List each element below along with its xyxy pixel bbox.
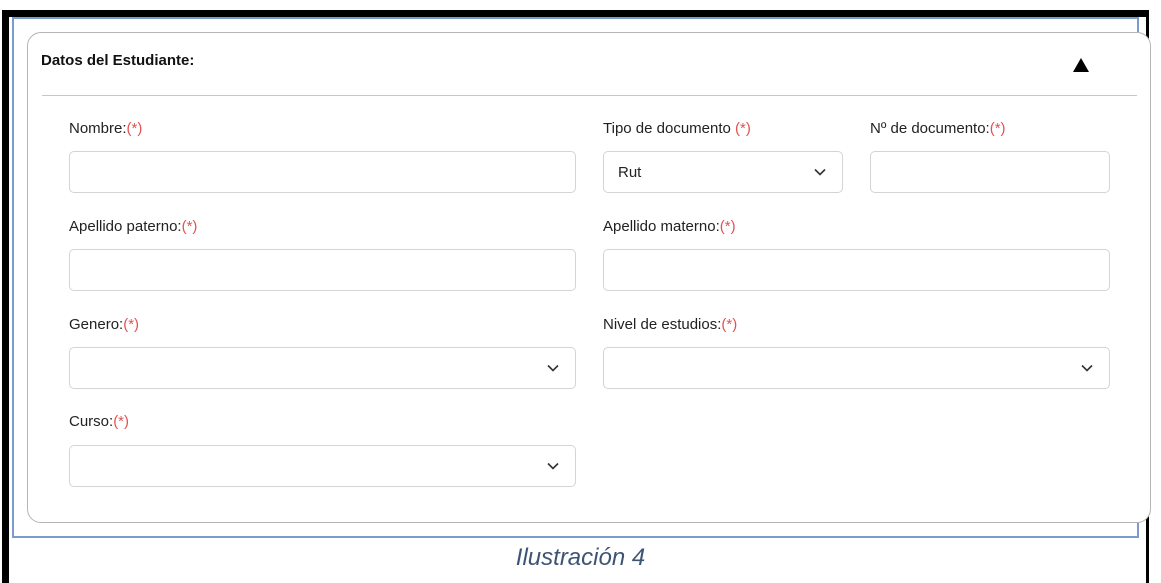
nombre-input[interactable] (70, 152, 575, 192)
apellido-materno-input[interactable] (604, 250, 1109, 290)
required-marker: (*) (113, 413, 130, 430)
genero-select[interactable] (69, 347, 576, 389)
apellido-materno-field[interactable] (603, 249, 1110, 291)
genero-label: Genero:(*) (69, 316, 140, 333)
apellido-paterno-label: Apellido paterno:(*) (69, 218, 198, 235)
required-marker: (*) (181, 218, 198, 235)
nombre-label: Nombre:(*) (69, 120, 143, 137)
curso-select[interactable] (69, 445, 576, 487)
numero-documento-field[interactable] (870, 151, 1110, 193)
figure-caption: Ilustración 4 (515, 544, 646, 571)
apellido-materno-label: Apellido materno:(*) (603, 218, 736, 235)
card-title: Datos del Estudiante: (41, 52, 195, 69)
required-marker: (*) (719, 218, 736, 235)
required-marker: (*) (989, 120, 1006, 137)
chevron-down-icon (814, 168, 826, 176)
tipo-documento-value: Rut (618, 164, 642, 181)
chevron-down-icon (547, 462, 559, 470)
nivel-estudios-select[interactable] (603, 347, 1110, 389)
numero-documento-input[interactable] (871, 152, 1109, 192)
cropped-text-strip (0, 0, 1161, 10)
apellido-paterno-input[interactable] (70, 250, 575, 290)
tipo-documento-select[interactable]: Rut (603, 151, 843, 193)
required-marker: (*) (721, 316, 738, 333)
nombre-field[interactable] (69, 151, 576, 193)
nivel-estudios-label: Nivel de estudios:(*) (603, 316, 738, 333)
apellido-paterno-field[interactable] (69, 249, 576, 291)
chevron-down-icon (1081, 364, 1093, 372)
curso-label: Curso:(*) (69, 413, 130, 430)
tipo-documento-label: Tipo de documento (*) (603, 120, 751, 137)
card-divider (42, 95, 1137, 96)
numero-documento-label: Nº de documento:(*) (870, 120, 1006, 137)
triangle-up-icon (1073, 58, 1089, 72)
required-marker: (*) (735, 120, 751, 137)
required-marker: (*) (126, 120, 143, 137)
chevron-down-icon (547, 364, 559, 372)
collapse-toggle-button[interactable] (1072, 56, 1090, 74)
required-marker: (*) (123, 316, 140, 333)
